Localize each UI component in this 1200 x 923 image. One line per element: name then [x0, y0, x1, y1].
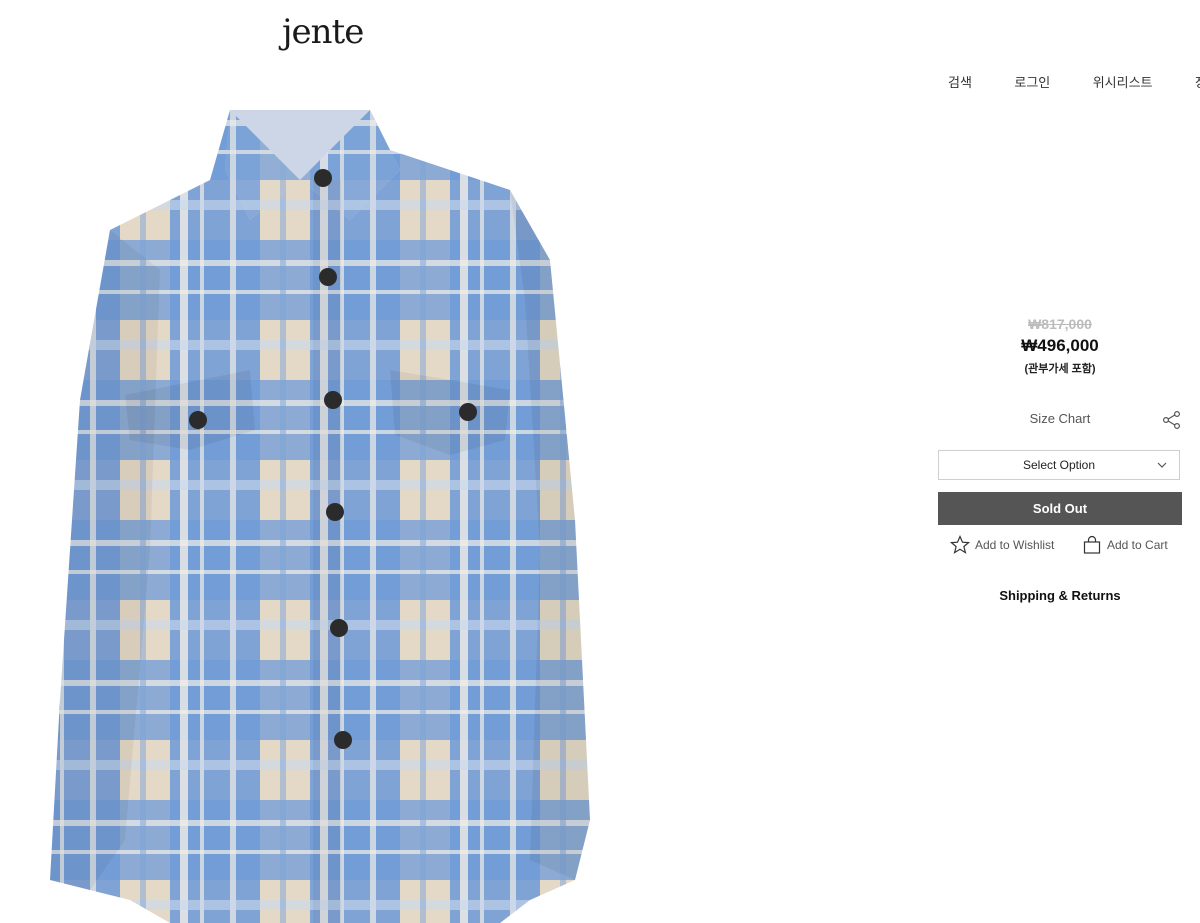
wishlist-label: Add to Wishlist — [975, 538, 1055, 552]
option-select[interactable]: Select Option — [938, 450, 1180, 480]
shipping-returns-link[interactable]: Shipping & Returns — [940, 588, 1180, 603]
nav-wishlist-link[interactable]: 위시리스트 — [1093, 72, 1153, 91]
star-icon — [950, 535, 970, 554]
top-nav: 검색 로그인 위시리스트 장 — [948, 72, 1200, 92]
product-image — [50, 110, 590, 923]
option-select-label: Select Option — [1022, 458, 1096, 472]
site-logo[interactable]: jente — [282, 12, 364, 52]
tax-note: (관부가세 포함) — [1024, 363, 1096, 375]
action-row: Add to Wishlist Add to Cart — [950, 535, 1182, 557]
nav-search-link[interactable]: 검색 — [948, 72, 972, 91]
size-chart-link[interactable]: Size Chart — [940, 411, 1180, 426]
nav-cart-link[interactable]: 장 — [1195, 72, 1200, 91]
original-price: ₩817,000 — [1028, 316, 1092, 332]
nav-login-link[interactable]: 로그인 — [1014, 72, 1050, 91]
cart-label: Add to Cart — [1107, 538, 1168, 552]
share-icon[interactable] — [1162, 410, 1182, 430]
chevron-down-icon — [1157, 462, 1167, 468]
price-block: ₩817,000 ₩496,000 (관부가세 포함) — [940, 316, 1180, 376]
sold-out-button[interactable]: Sold Out — [938, 492, 1182, 525]
shopping-bag-icon — [1083, 535, 1101, 554]
add-to-cart-button[interactable]: Add to Cart — [1082, 535, 1168, 555]
add-to-wishlist-button[interactable]: Add to Wishlist — [950, 535, 1054, 555]
sale-price: ₩496,000 — [1021, 336, 1099, 355]
